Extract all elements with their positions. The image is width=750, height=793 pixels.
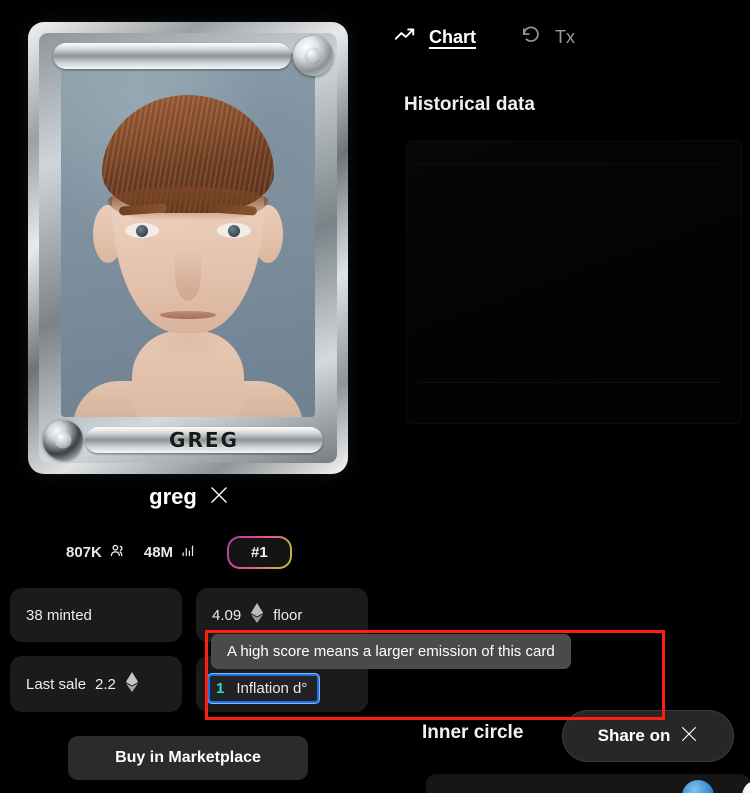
card-portrait-image bbox=[61, 53, 315, 417]
rank-badge-label: #1 bbox=[229, 538, 290, 567]
last-sale-label: Last sale bbox=[26, 675, 87, 693]
history-icon bbox=[520, 24, 542, 51]
minted-card[interactable]: 38 minted bbox=[10, 588, 182, 642]
stat-holders-value: 807K bbox=[66, 544, 102, 561]
portrait-nose bbox=[175, 249, 201, 301]
buy-in-marketplace-button[interactable]: Buy in Marketplace bbox=[68, 736, 308, 780]
card-top-bar bbox=[53, 43, 291, 69]
avatar[interactable] bbox=[742, 780, 750, 793]
tab-tx[interactable]: Tx bbox=[520, 24, 575, 51]
profile-stats-row: 807K 48M #1 bbox=[0, 536, 378, 569]
portrait-eye-left bbox=[125, 223, 159, 238]
inflation-tooltip: A high score means a larger emission of … bbox=[211, 634, 571, 669]
page-title: greg bbox=[149, 484, 197, 509]
x-logo-icon[interactable] bbox=[209, 485, 229, 510]
historical-chart-panel[interactable] bbox=[406, 140, 742, 424]
stat-volume-value: 48M bbox=[143, 544, 174, 561]
historical-data-title: Historical data bbox=[404, 94, 535, 115]
tab-tx-label: Tx bbox=[555, 27, 576, 47]
share-on-x-label: Share on bbox=[597, 726, 671, 745]
trading-card[interactable]: GREG bbox=[28, 22, 348, 474]
nft-card-detail-page: GREG greg 807K 48M #1 38 minted 4.09 flo… bbox=[0, 0, 750, 793]
detail-panel-column: Chart Tx Historical data Inner circle Sh… bbox=[378, 0, 750, 793]
floor-value: 4.09 bbox=[212, 606, 242, 624]
card-column: GREG greg 807K 48M #1 38 minted 4.09 flo… bbox=[0, 0, 571, 793]
card-name-text: GREG bbox=[169, 428, 239, 452]
tab-chart[interactable]: Chart bbox=[394, 27, 476, 48]
inner-circle-title: Inner circle bbox=[422, 722, 524, 743]
stat-holders: 807K bbox=[66, 542, 126, 563]
inflation-degree-label: Inflation d° bbox=[236, 680, 308, 697]
card-name-plate: GREG bbox=[85, 427, 323, 453]
floor-label: floor bbox=[273, 606, 303, 624]
inflation-score-value: 1 bbox=[216, 680, 225, 697]
portrait-eye-right bbox=[217, 223, 251, 238]
portrait-mouth bbox=[160, 311, 216, 319]
profile-title-row: greg bbox=[0, 484, 378, 510]
chart-plot-area bbox=[417, 163, 723, 383]
inflation-degree-chip[interactable]: 1 Inflation d° bbox=[208, 674, 320, 703]
trending-up-icon bbox=[394, 27, 416, 48]
avatar[interactable] bbox=[682, 780, 714, 793]
rank-badge[interactable]: #1 bbox=[227, 536, 292, 569]
card-node-bottom-left bbox=[43, 420, 83, 460]
x-logo-icon bbox=[680, 725, 698, 748]
inner-circle-avatar-strip[interactable] bbox=[426, 774, 750, 793]
portrait-chin bbox=[146, 331, 230, 365]
stat-volume: 48M bbox=[144, 543, 195, 562]
people-icon bbox=[109, 542, 126, 563]
trading-card-frame: GREG bbox=[39, 33, 337, 463]
last-sale-card[interactable]: Last sale 2.2 bbox=[10, 656, 182, 712]
card-node-top-right bbox=[293, 36, 333, 76]
minted-label: 38 minted bbox=[26, 606, 92, 624]
ethereum-icon bbox=[250, 603, 264, 627]
share-on-x-button[interactable]: Share on bbox=[562, 710, 734, 762]
bar-chart-icon bbox=[180, 543, 195, 562]
last-sale-value: 2.2 bbox=[95, 675, 116, 693]
panel-tabs: Chart Tx bbox=[394, 24, 575, 51]
ethereum-icon bbox=[125, 672, 139, 696]
tab-chart-label: Chart bbox=[429, 27, 477, 47]
